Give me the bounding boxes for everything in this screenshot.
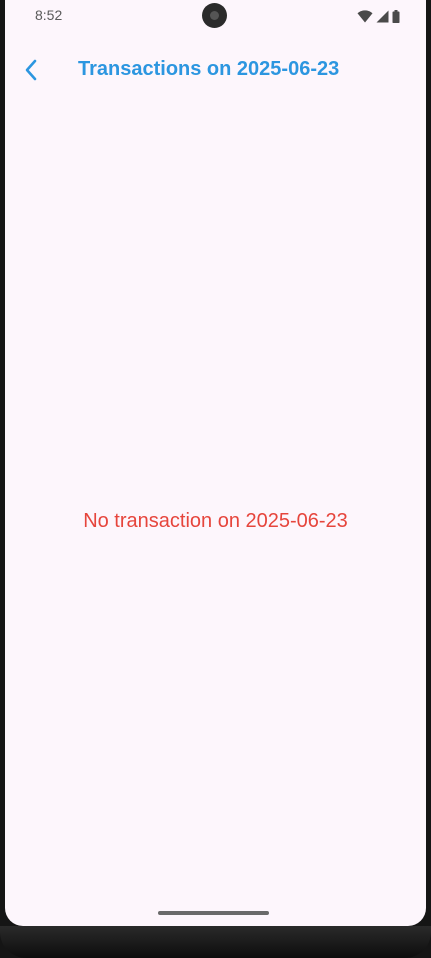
back-button[interactable] — [11, 50, 51, 90]
status-icons — [357, 9, 400, 23]
app-bar: Transactions on 2025-06-23 — [5, 42, 426, 98]
front-camera — [202, 3, 227, 28]
app-screen: 8:52 Transactions on 2025-06-23 No trans… — [5, 0, 426, 926]
page-title: Transactions on 2025-06-23 — [78, 58, 340, 80]
cell-signal-icon — [376, 10, 389, 22]
empty-state-message: No transaction on 2025-06-23 — [83, 510, 348, 532]
status-time: 8:52 — [35, 7, 63, 23]
battery-icon — [392, 9, 400, 23]
chevron-left-icon — [25, 59, 37, 81]
status-bar: 8:52 — [5, 0, 426, 32]
wifi-icon — [357, 9, 373, 22]
device-frame: 8:52 Transactions on 2025-06-23 No trans… — [0, 0, 431, 958]
home-indicator[interactable] — [158, 911, 269, 915]
device-bottom-edge — [0, 926, 431, 958]
